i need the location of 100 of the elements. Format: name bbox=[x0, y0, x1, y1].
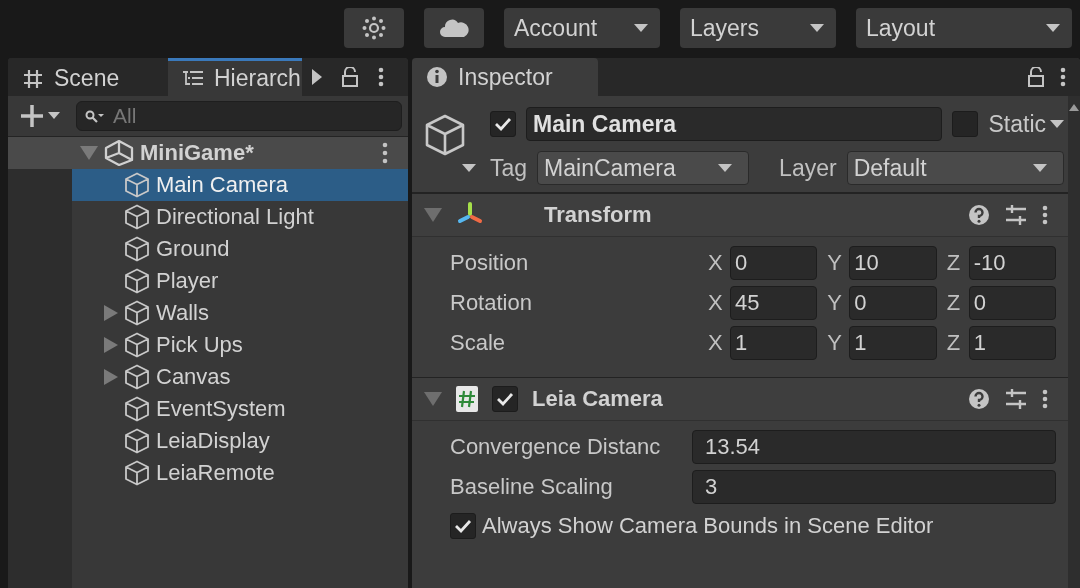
preset-icon[interactable] bbox=[1004, 388, 1028, 410]
item-label: EventSystem bbox=[156, 396, 286, 422]
scroll-up-icon[interactable] bbox=[1068, 102, 1080, 112]
toolbar-dropdown[interactable]: Layout bbox=[856, 8, 1072, 48]
axis-label: Y bbox=[827, 290, 843, 316]
lock-icon[interactable] bbox=[342, 67, 358, 87]
number-field[interactable]: 0 bbox=[730, 246, 818, 280]
menu-icon[interactable] bbox=[1060, 67, 1066, 87]
hierarchy-item[interactable]: Main Camera bbox=[72, 169, 408, 201]
layer-dropdown[interactable]: Default bbox=[846, 151, 1064, 185]
bounds-checkbox[interactable] bbox=[450, 513, 476, 539]
toolbar-dropdown[interactable]: Account bbox=[504, 8, 660, 48]
enabled-checkbox[interactable] bbox=[492, 386, 518, 412]
component-header[interactable]: Transform bbox=[412, 193, 1068, 237]
add-button[interactable] bbox=[20, 104, 60, 128]
number-field[interactable]: 0 bbox=[849, 286, 937, 320]
hierarchy-item[interactable]: Pick Ups bbox=[72, 329, 408, 361]
number-field[interactable]: 13.54 bbox=[692, 430, 1056, 464]
scene-row[interactable]: MiniGame* bbox=[8, 137, 408, 169]
hierarchy-item[interactable]: Directional Light bbox=[72, 201, 408, 233]
lock-icon[interactable] bbox=[1028, 67, 1044, 87]
layer-label: Layer bbox=[779, 154, 837, 182]
check-icon bbox=[454, 519, 472, 533]
expand-arrow-icon[interactable] bbox=[104, 369, 118, 385]
search-icon[interactable] bbox=[85, 110, 105, 124]
toolbar-dropdown[interactable]: Layers bbox=[680, 8, 836, 48]
caret-icon bbox=[1046, 24, 1060, 32]
component-header[interactable]: Leia Camera bbox=[412, 377, 1068, 421]
number-field[interactable]: 1 bbox=[730, 326, 818, 360]
expand-arrow-icon[interactable] bbox=[104, 337, 118, 353]
cube-icon[interactable] bbox=[424, 114, 476, 174]
component-title: Leia Camera bbox=[532, 386, 663, 412]
number-field[interactable]: 45 bbox=[730, 286, 818, 320]
item-label: Walls bbox=[156, 300, 209, 326]
axis-label: X bbox=[708, 330, 724, 356]
check-icon bbox=[496, 392, 514, 406]
tab-label: Hierarch bbox=[214, 65, 301, 92]
hierarchy-item[interactable]: Walls bbox=[72, 297, 408, 329]
axis-label: Z bbox=[946, 290, 962, 316]
gear-icon bbox=[362, 16, 386, 40]
number-field[interactable]: 3 bbox=[692, 470, 1056, 504]
axis-label: Z bbox=[946, 330, 962, 356]
tag-label: Tag bbox=[490, 154, 528, 182]
active-checkbox[interactable] bbox=[490, 111, 516, 137]
help-icon[interactable] bbox=[968, 204, 990, 226]
cube-icon bbox=[124, 172, 150, 198]
axis-label: Y bbox=[827, 330, 843, 356]
caret-icon bbox=[810, 24, 824, 32]
caret-icon bbox=[1033, 164, 1047, 172]
plus-icon bbox=[20, 104, 60, 128]
cube-icon bbox=[124, 300, 150, 326]
script-icon bbox=[456, 386, 478, 412]
hierarchy-item[interactable]: Canvas bbox=[72, 361, 408, 393]
cloud-button[interactable] bbox=[424, 8, 484, 48]
cube-icon bbox=[124, 204, 150, 230]
info-icon bbox=[426, 66, 448, 88]
item-label: LeiaRemote bbox=[156, 460, 275, 486]
field-label: Rotation bbox=[450, 290, 533, 316]
number-field[interactable]: -10 bbox=[968, 246, 1056, 280]
cloud-icon bbox=[439, 18, 469, 38]
scrollbar[interactable] bbox=[1068, 96, 1080, 588]
hierarchy-item[interactable]: EventSystem bbox=[72, 393, 408, 425]
tab-label: Inspector bbox=[458, 63, 553, 91]
menu-icon[interactable] bbox=[1042, 389, 1048, 409]
item-label: Canvas bbox=[156, 364, 231, 390]
hierarchy-item[interactable]: LeiaDisplay bbox=[72, 425, 408, 457]
cube-icon bbox=[124, 396, 150, 422]
cube-icon bbox=[124, 428, 150, 454]
tag-dropdown[interactable]: MainCamera bbox=[537, 151, 750, 185]
field-label: Scale bbox=[450, 330, 507, 356]
search-field[interactable]: All bbox=[76, 101, 402, 131]
cube-icon bbox=[124, 236, 150, 262]
menu-icon[interactable] bbox=[1042, 205, 1048, 225]
number-field[interactable]: 10 bbox=[849, 246, 937, 280]
static-dropdown[interactable]: Static bbox=[988, 110, 1064, 138]
settings-button[interactable] bbox=[344, 8, 404, 48]
inspector-tab[interactable]: Inspector bbox=[412, 58, 598, 96]
hierarchy-item[interactable]: LeiaRemote bbox=[72, 457, 408, 489]
panel-tab[interactable]: Hierarch bbox=[168, 58, 302, 96]
item-label: Ground bbox=[156, 236, 230, 262]
number-field[interactable]: 1 bbox=[849, 326, 937, 360]
static-checkbox[interactable] bbox=[952, 111, 979, 137]
item-label: LeiaDisplay bbox=[156, 428, 270, 454]
hierarchy-item[interactable]: Ground bbox=[72, 233, 408, 265]
preset-icon[interactable] bbox=[1004, 204, 1028, 226]
name-field[interactable]: Main Camera bbox=[526, 107, 943, 141]
checkbox-label: Always Show Camera Bounds in Scene Editor bbox=[482, 513, 934, 539]
cube-icon bbox=[124, 268, 150, 294]
help-icon[interactable] bbox=[968, 388, 990, 410]
play-icon[interactable] bbox=[312, 69, 322, 85]
expand-arrow-icon[interactable] bbox=[104, 305, 118, 321]
axis-label: Z bbox=[946, 250, 962, 276]
number-field[interactable]: 0 bbox=[968, 286, 1056, 320]
menu-icon[interactable] bbox=[382, 142, 388, 164]
number-field[interactable]: 1 bbox=[968, 326, 1056, 360]
hierarchy-item[interactable]: Player bbox=[72, 265, 408, 297]
item-label: Directional Light bbox=[156, 204, 314, 230]
menu-icon[interactable] bbox=[378, 67, 384, 87]
component-title: Transform bbox=[544, 202, 652, 228]
tab-label: Scene bbox=[54, 65, 120, 92]
